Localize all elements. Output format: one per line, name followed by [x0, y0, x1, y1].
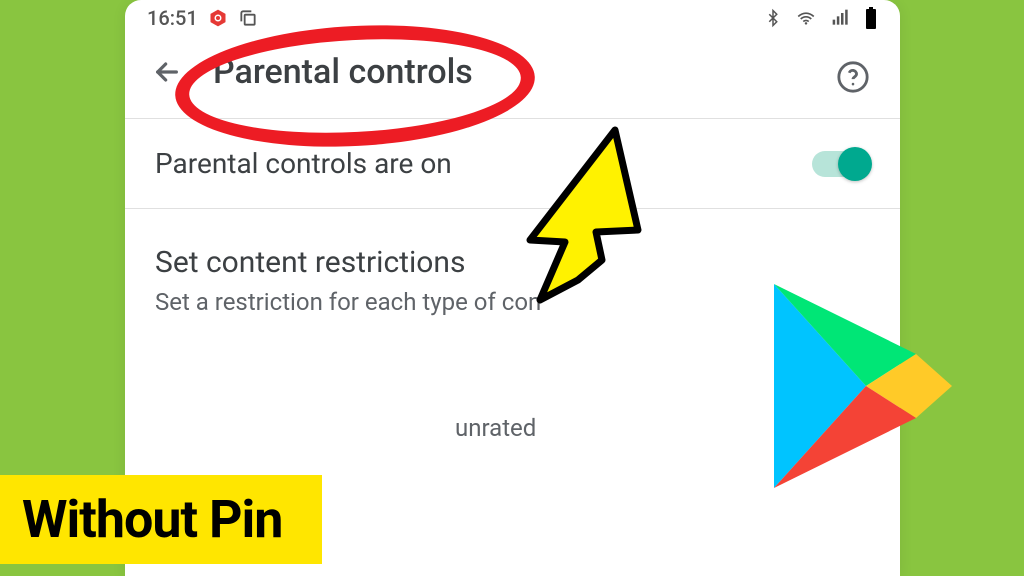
toolbar: Parental controls — [125, 34, 900, 118]
hexagon-icon — [208, 8, 228, 28]
toggle-switch[interactable] — [812, 151, 870, 177]
battery-icon — [864, 7, 878, 29]
copy-icon — [238, 8, 258, 28]
bluetooth-icon — [764, 7, 782, 29]
page-title: Parental controls — [213, 52, 473, 92]
truncated-text: unrated — [125, 414, 900, 442]
status-left: 16:51 — [147, 6, 258, 30]
toggle-label: Parental controls are on — [155, 147, 452, 180]
content-restrictions-section: Set content restrictions Set a restricti… — [125, 209, 900, 324]
status-time: 16:51 — [147, 6, 198, 30]
wifi-icon — [794, 8, 818, 28]
status-right — [764, 7, 878, 29]
toggle-knob — [838, 147, 872, 181]
back-icon[interactable] — [151, 56, 183, 88]
parental-controls-toggle-row[interactable]: Parental controls are on — [125, 119, 900, 208]
status-bar: 16:51 — [125, 0, 900, 34]
caption-overlay: Without Pin — [0, 475, 322, 564]
section-title: Set content restrictions — [155, 245, 870, 280]
cellular-signal-icon — [830, 8, 852, 28]
section-subtitle: Set a restriction for each type of con — [155, 288, 870, 316]
help-icon[interactable] — [836, 60, 870, 94]
